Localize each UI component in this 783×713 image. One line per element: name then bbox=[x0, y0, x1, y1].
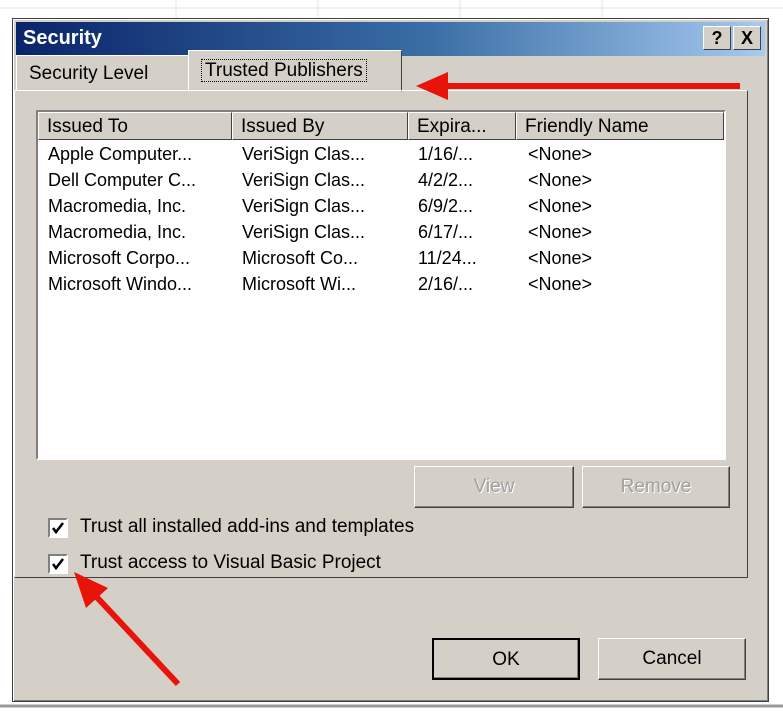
cell-friendly-name: <None> bbox=[528, 274, 593, 294]
cell-issued-by: VeriSign Clas... bbox=[242, 222, 366, 242]
cell-issued-to: Apple Computer... bbox=[48, 144, 193, 164]
cell-issued-by: VeriSign Clas... bbox=[242, 196, 366, 216]
tab-trusted-publishers-label: Trusted Publishers bbox=[201, 59, 367, 82]
checkmark-icon bbox=[51, 522, 65, 535]
close-icon[interactable]: X bbox=[733, 26, 761, 50]
cell-expiration: 6/9/2... bbox=[418, 196, 474, 216]
cell-issued-to: Dell Computer C... bbox=[48, 170, 197, 190]
remove-button[interactable]: Remove bbox=[582, 466, 730, 508]
cell-friendly-name: <None> bbox=[528, 222, 593, 242]
table-row[interactable]: Apple Computer... VeriSign Clas... 1/16/… bbox=[38, 144, 724, 170]
column-header-issued-to[interactable]: Issued To bbox=[38, 112, 232, 140]
cell-expiration: 1/16/... bbox=[418, 144, 474, 164]
publishers-list[interactable]: Issued To Issued By Expira... Friendly N… bbox=[36, 110, 726, 460]
trust-addins-checkbox[interactable] bbox=[48, 518, 68, 538]
table-row[interactable]: Dell Computer C... VeriSign Clas... 4/2/… bbox=[38, 170, 724, 196]
cell-friendly-name: <None> bbox=[528, 170, 593, 190]
tab-trusted-publishers[interactable]: Trusted Publishers bbox=[188, 50, 402, 92]
view-button[interactable]: View bbox=[414, 466, 574, 508]
cell-issued-by: VeriSign Clas... bbox=[242, 144, 366, 164]
trust-addins-label: Trust all installed add-ins and template… bbox=[80, 516, 415, 537]
table-row[interactable]: Macromedia, Inc. VeriSign Clas... 6/9/2.… bbox=[38, 196, 724, 222]
cell-issued-by: Microsoft Co... bbox=[242, 248, 359, 268]
cell-issued-to: Microsoft Corpo... bbox=[48, 248, 191, 268]
ok-button[interactable]: OK bbox=[432, 638, 580, 680]
cancel-button[interactable]: Cancel bbox=[598, 638, 746, 680]
cell-issued-to: Macromedia, Inc. bbox=[48, 222, 187, 242]
cell-issued-to: Macromedia, Inc. bbox=[48, 196, 187, 216]
cell-friendly-name: <None> bbox=[528, 144, 593, 164]
dialog-title: Security bbox=[23, 27, 102, 49]
tab-security-level[interactable]: Security Level bbox=[16, 55, 190, 91]
cell-issued-by: VeriSign Clas... bbox=[242, 170, 366, 190]
cell-expiration: 6/17/... bbox=[418, 222, 474, 242]
cell-issued-by: Microsoft Wi... bbox=[242, 274, 357, 294]
list-header: Issued To Issued By Expira... Friendly N… bbox=[38, 112, 724, 140]
table-row[interactable]: Microsoft Windo... Microsoft Wi... 2/16/… bbox=[38, 274, 724, 300]
cell-issued-to: Microsoft Windo... bbox=[48, 274, 193, 294]
column-header-issued-by[interactable]: Issued By bbox=[232, 112, 408, 140]
cell-friendly-name: <None> bbox=[528, 196, 593, 216]
trust-vba-label: Trust access to Visual Basic Project bbox=[80, 552, 381, 573]
table-row[interactable]: Microsoft Corpo... Microsoft Co... 11/24… bbox=[38, 248, 724, 274]
column-header-expiration[interactable]: Expira... bbox=[408, 112, 516, 140]
column-header-friendly-name[interactable]: Friendly Name bbox=[516, 112, 724, 140]
tab-security-level-label: Security Level bbox=[29, 63, 149, 84]
cell-expiration: 4/2/2... bbox=[418, 170, 474, 190]
cell-expiration: 2/16/... bbox=[418, 274, 474, 294]
table-row[interactable]: Macromedia, Inc. VeriSign Clas... 6/17/.… bbox=[38, 222, 724, 248]
checkmark-icon bbox=[51, 558, 65, 571]
trust-vba-checkbox[interactable] bbox=[48, 554, 68, 574]
cell-expiration: 11/24... bbox=[418, 248, 477, 268]
help-icon[interactable]: ? bbox=[703, 26, 731, 50]
cell-friendly-name: <None> bbox=[528, 248, 593, 268]
